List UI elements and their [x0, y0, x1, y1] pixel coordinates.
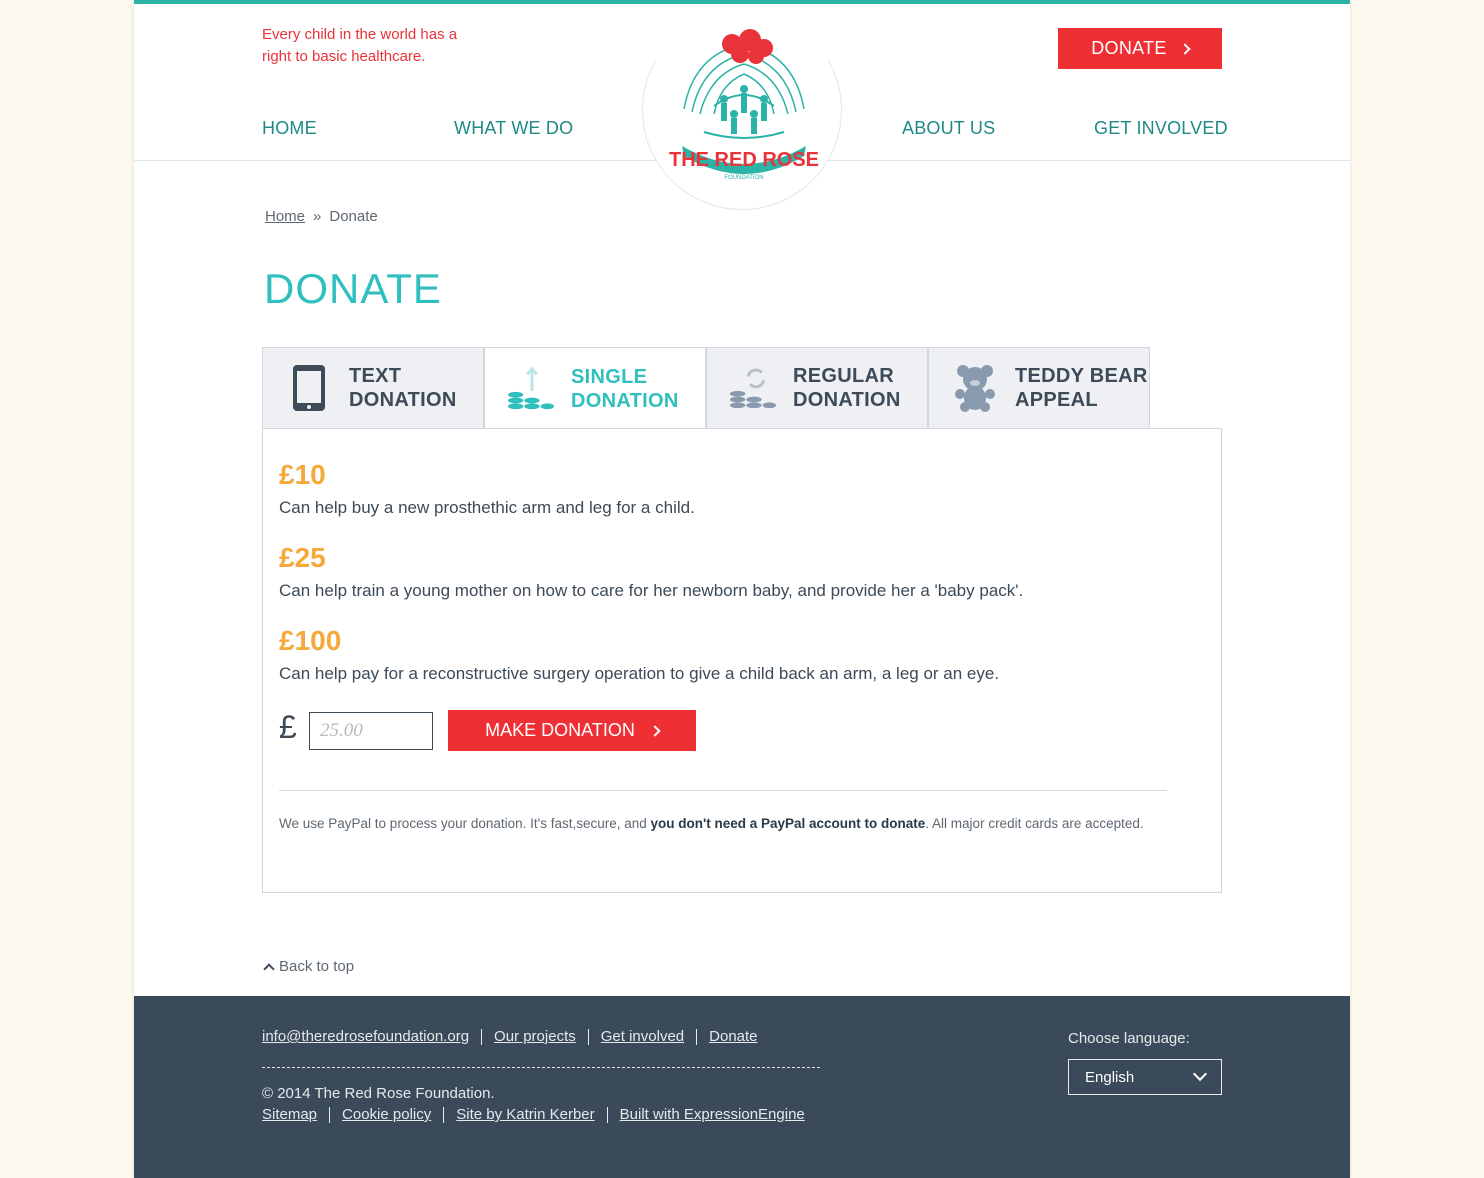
- amount-value: £25: [279, 542, 326, 573]
- donate-header-button[interactable]: DONATE: [1058, 28, 1222, 69]
- tab-regular-line2: DONATION: [793, 389, 901, 411]
- panel-divider: [279, 790, 1167, 791]
- coins-refresh-icon: [729, 364, 777, 412]
- footer-built-with-link[interactable]: Built with ExpressionEngine: [620, 1106, 805, 1123]
- teddy-bear-icon: [951, 364, 999, 412]
- language-value: English: [1085, 1068, 1135, 1086]
- make-donation-label: MAKE DONATION: [485, 720, 635, 740]
- copyright: © 2014 The Red Rose Foundation.: [262, 1085, 495, 1102]
- amount-description: Can help buy a new prosthethic arm and l…: [279, 498, 695, 517]
- paypal-text-before: We use PayPal to process your donation. …: [279, 816, 651, 831]
- footer-separator: [696, 1028, 698, 1045]
- phone-icon: [285, 364, 333, 412]
- chevron-right-icon: [1179, 42, 1191, 55]
- amount-value: £10: [279, 459, 326, 490]
- tab-single-line2: DONATION: [571, 389, 679, 412]
- tab-regular-donation[interactable]: REGULAR DONATION: [706, 347, 928, 429]
- footer-get-involved-link[interactable]: Get involved: [601, 1028, 684, 1045]
- breadcrumb-home[interactable]: Home: [265, 208, 305, 225]
- language-select[interactable]: English: [1068, 1059, 1222, 1095]
- page: Every child in the world has a right to …: [134, 0, 1350, 1178]
- donation-tabs: TEXT DONATION SINGLE DONATION REGULAR DO…: [262, 347, 1150, 430]
- back-to-top-link[interactable]: Back to top: [262, 958, 354, 975]
- tab-teddy-line1: TEDDY BEAR: [1015, 365, 1148, 387]
- footer-separator: [587, 1028, 589, 1045]
- nav-about-us[interactable]: ABOUT US: [902, 118, 995, 139]
- footer-separator: [443, 1106, 445, 1123]
- logo-subtext: FOUNDATION: [724, 175, 763, 181]
- amount-description: Can help train a young mother on how to …: [279, 581, 1024, 600]
- footer: info@theredrosefoundation.org Our projec…: [134, 996, 1350, 1178]
- chevron-right-icon: [649, 724, 661, 737]
- nav-get-involved[interactable]: GET INVOLVED: [1094, 118, 1228, 139]
- language-label: Choose language:: [1068, 1030, 1190, 1047]
- back-to-top-label: Back to top: [279, 958, 355, 975]
- make-donation-button[interactable]: MAKE DONATION: [448, 710, 696, 751]
- tab-text-line1: TEXT: [349, 365, 402, 387]
- logo-text: THE RED ROSE: [669, 149, 819, 171]
- donate-header-label: DONATE: [1091, 38, 1167, 58]
- footer-our-projects-link[interactable]: Our projects: [494, 1028, 576, 1045]
- footer-legal-links: Sitemap Cookie policy Site by Katrin Ker…: [262, 1106, 805, 1123]
- coins-up-icon: [507, 365, 555, 413]
- footer-separator: [481, 1028, 483, 1045]
- chevron-down-icon: [1192, 1066, 1208, 1082]
- tab-regular-line1: REGULAR: [793, 365, 894, 387]
- paypal-text-after: . All major credit cards are accepted.: [925, 816, 1144, 831]
- nav-home[interactable]: HOME: [262, 118, 317, 139]
- amount-description: Can help pay for a reconstructive surger…: [279, 664, 1000, 683]
- tab-text-donation[interactable]: TEXT DONATION: [262, 347, 484, 429]
- footer-separator: [606, 1106, 608, 1123]
- red-rose-logo[interactable]: THE RED ROSE FOUNDATION: [654, 14, 834, 194]
- breadcrumb-current: Donate: [329, 208, 378, 225]
- footer-email-link[interactable]: info@theredrosefoundation.org: [262, 1028, 469, 1045]
- tagline: Every child in the world has a right to …: [262, 26, 458, 65]
- footer-cookie-policy-link[interactable]: Cookie policy: [342, 1106, 431, 1123]
- page-title: DONATE: [264, 265, 442, 312]
- nav-what-we-do[interactable]: WHAT WE DO: [454, 118, 573, 139]
- footer-links: info@theredrosefoundation.org Our projec…: [262, 1028, 758, 1045]
- amount-input[interactable]: [309, 712, 433, 750]
- tab-single-donation[interactable]: SINGLE DONATION: [484, 347, 706, 430]
- donation-panel: £10 Can help buy a new prosthethic arm a…: [262, 428, 1222, 893]
- tab-teddy-bear-appeal[interactable]: TEDDY BEAR APPEAL: [928, 347, 1150, 429]
- footer-site-by-link[interactable]: Site by Katrin Kerber: [456, 1106, 594, 1123]
- footer-dashed-divider: [262, 1067, 820, 1068]
- chevron-up-icon: [263, 962, 275, 975]
- footer-sitemap-link[interactable]: Sitemap: [262, 1106, 317, 1123]
- currency-symbol: £: [279, 709, 297, 745]
- top-accent-bar: [134, 0, 1350, 4]
- footer-separator: [329, 1106, 331, 1123]
- breadcrumb: Home » Donate: [265, 208, 378, 225]
- tab-text-line2: DONATION: [349, 389, 457, 411]
- paypal-notice: We use PayPal to process your donation. …: [279, 816, 1144, 831]
- breadcrumb-separator: »: [313, 208, 322, 225]
- footer-donate-link[interactable]: Donate: [709, 1028, 757, 1045]
- amount-value: £100: [279, 625, 342, 656]
- tab-teddy-line2: APPEAL: [1015, 389, 1098, 411]
- paypal-text-bold: you don't need a PayPal account to donat…: [650, 816, 926, 831]
- tab-single-line1: SINGLE: [571, 365, 648, 388]
